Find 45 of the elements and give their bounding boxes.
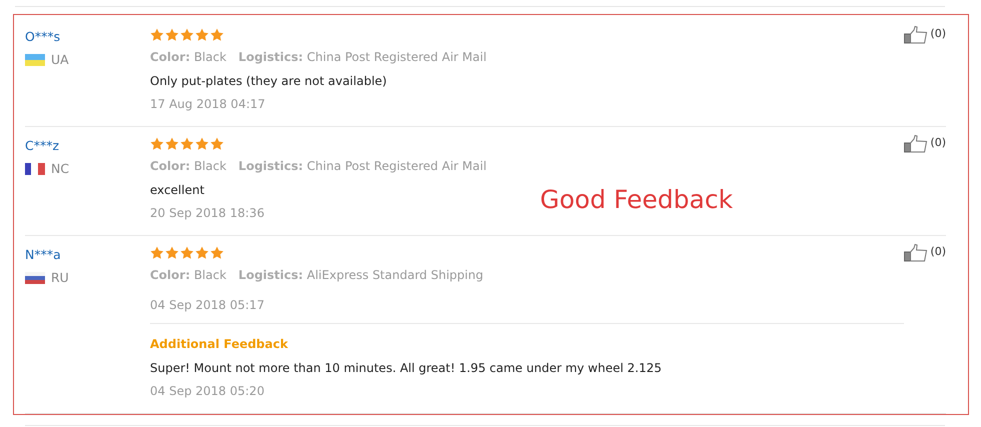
review-date: 20 Sep 2018 18:36	[150, 205, 264, 222]
country-code: RU	[51, 270, 69, 285]
star-icon	[195, 137, 209, 151]
logistics-info: Logistics: China Post Registered Air Mail	[238, 158, 487, 175]
like-count: (0)	[930, 26, 946, 42]
review-text: Super! Mount not more than 10 minutes. All great! 1.95 came under my wheel 2.125	[150, 360, 662, 377]
additional-feedback-title: Additional Feedback	[150, 336, 288, 353]
review-text: excellent	[150, 182, 204, 199]
star-icon	[210, 28, 224, 42]
like-count: (0)	[930, 244, 946, 260]
star-icon	[165, 137, 179, 151]
review-date: 04 Sep 2018 05:20	[150, 383, 264, 400]
star-icon	[180, 28, 194, 42]
reviewer-name[interactable]: N***a	[25, 246, 61, 264]
star-icon	[195, 246, 209, 260]
flag-icon	[25, 162, 45, 174]
logistics-info: Logistics: China Post Registered Air Mail	[238, 49, 487, 66]
color-info: Color: Black	[150, 267, 226, 284]
star-icon	[195, 28, 209, 42]
country-code: UA	[51, 52, 69, 67]
flag-icon	[25, 54, 45, 66]
review-text: Only put-plates (they are not available)	[150, 73, 387, 90]
star-icon	[165, 28, 179, 42]
thumbs-up-icon[interactable]	[904, 135, 928, 153]
star-icon	[210, 137, 224, 151]
reviewer-name[interactable]: C***z	[25, 137, 60, 155]
star-icon	[180, 137, 194, 151]
color-info: Color: Black	[150, 158, 226, 175]
review-date: 17 Aug 2018 04:17	[150, 96, 266, 113]
star-icon	[150, 246, 164, 260]
star-icon	[150, 28, 164, 42]
star-icon	[150, 137, 164, 151]
star-icon	[165, 246, 179, 260]
review-date: 04 Sep 2018 05:17	[150, 297, 264, 314]
color-info: Color: Black	[150, 49, 226, 66]
like-count: (0)	[930, 135, 946, 151]
reviewer-name[interactable]: O***s	[25, 28, 60, 46]
thumbs-up-icon[interactable]	[904, 244, 928, 262]
star-icon	[180, 246, 194, 260]
star-icon	[210, 246, 224, 260]
logistics-info: Logistics: AliExpress Standard Shipping	[238, 267, 484, 284]
annotation-label: Good Feedback	[540, 185, 733, 214]
flag-icon	[25, 272, 45, 284]
country-code: NC	[51, 161, 70, 176]
thumbs-up-icon[interactable]	[904, 26, 928, 44]
